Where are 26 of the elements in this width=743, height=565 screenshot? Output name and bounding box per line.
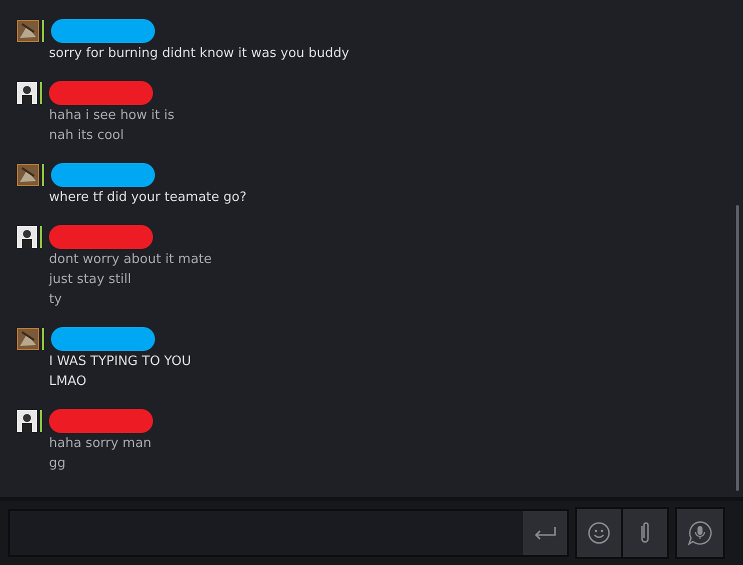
chat-message: haha i see how it is xyxy=(49,107,176,125)
chat-message: just stay still xyxy=(49,271,132,289)
chat-message: sorry for burning didnt know it was you buddy xyxy=(49,45,350,63)
avatar-icon xyxy=(17,226,37,248)
smiley-icon xyxy=(587,521,611,545)
chat-message: where tf did your teamate go? xyxy=(49,189,248,207)
chat-message: dont worry about it mate xyxy=(49,251,213,269)
chat-message: LMAO xyxy=(49,373,88,391)
microphone-icon xyxy=(687,520,713,546)
avatar-icon xyxy=(17,20,39,42)
avatar-icon xyxy=(17,164,39,186)
chat-message: I WAS TYPING TO YOU xyxy=(49,353,192,371)
avatar-icon xyxy=(17,82,37,104)
chat-message: ty xyxy=(49,291,63,309)
chat-message: haha sorry man xyxy=(49,435,152,453)
chat-message: nah its cool xyxy=(49,127,125,145)
emoji-button[interactable] xyxy=(577,509,621,557)
message-input-field[interactable] xyxy=(8,509,569,557)
attach-button[interactable] xyxy=(623,509,667,557)
send-button[interactable] xyxy=(523,511,567,555)
enter-arrow-icon xyxy=(533,526,557,540)
chat-message: gg xyxy=(49,455,67,473)
voice-button[interactable] xyxy=(677,509,723,557)
avatar-icon xyxy=(17,410,37,432)
scrollbar-thumb[interactable] xyxy=(736,205,739,491)
avatar-icon xyxy=(17,328,39,350)
